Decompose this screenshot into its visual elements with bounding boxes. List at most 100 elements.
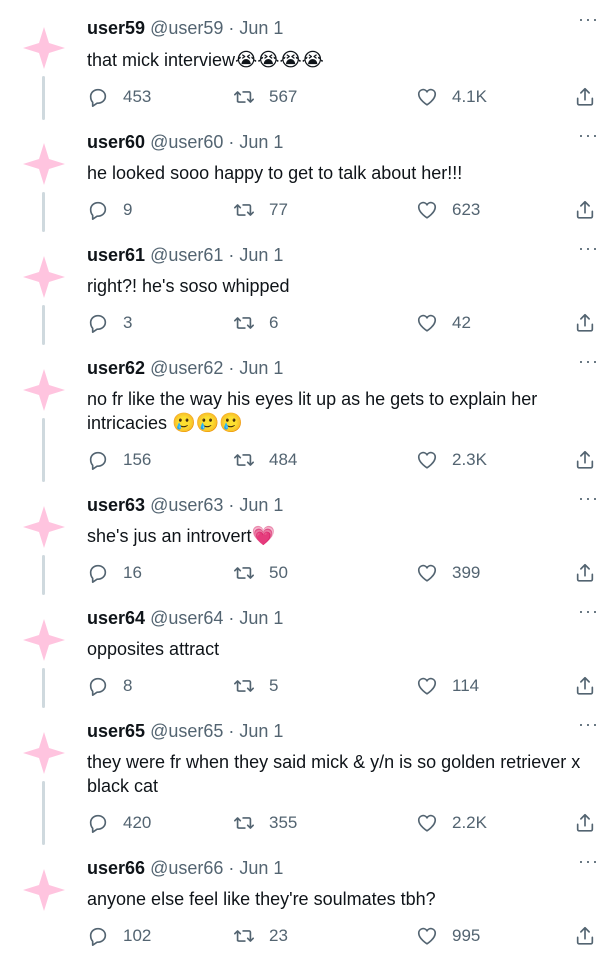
retweet-button[interactable]: 50 — [233, 560, 288, 586]
display-name[interactable]: user59 — [87, 18, 145, 38]
reply-count: 420 — [123, 813, 152, 832]
share-button[interactable] — [574, 923, 596, 949]
tweet-date[interactable]: Jun 1 — [239, 358, 283, 378]
action-bar: 16 50 399 — [87, 560, 607, 586]
share-button[interactable] — [574, 673, 596, 699]
share-icon — [576, 813, 594, 832]
like-button[interactable]: 2.3K — [416, 447, 487, 473]
retweet-button[interactable]: 6 — [233, 310, 278, 336]
tweet-date[interactable]: Jun 1 — [239, 608, 283, 628]
user-handle[interactable]: @user63 — [150, 495, 223, 515]
tweet-date[interactable]: Jun 1 — [239, 18, 283, 38]
like-count: 399 — [452, 563, 481, 582]
retweet-button[interactable]: 567 — [233, 84, 297, 110]
display-name[interactable]: user61 — [87, 245, 145, 265]
tweet[interactable]: user59 @user59 · Jun 1 ··· that mick int… — [0, 0, 616, 120]
reply-button[interactable]: 156 — [87, 447, 151, 473]
reply-button[interactable]: 16 — [87, 560, 142, 586]
user-handle[interactable]: @user60 — [150, 132, 223, 152]
share-button[interactable] — [574, 310, 596, 336]
retweet-button[interactable]: 484 — [233, 447, 297, 473]
more-options-icon[interactable]: ··· — [578, 239, 602, 257]
separator: · — [228, 132, 235, 152]
reply-button[interactable]: 420 — [87, 810, 151, 836]
reply-button[interactable]: 102 — [87, 923, 151, 949]
reply-icon — [89, 564, 107, 583]
share-button[interactable] — [574, 84, 596, 110]
user-handle[interactable]: @user65 — [150, 721, 223, 741]
more-options-icon[interactable]: ··· — [578, 126, 602, 144]
reply-button[interactable]: 453 — [87, 84, 151, 110]
user-handle[interactable]: @user66 — [150, 858, 223, 878]
tweet[interactable]: user60 @user60 · Jun 1 ··· he looked soo… — [0, 116, 616, 232]
avatar[interactable] — [22, 255, 66, 299]
thread-line — [42, 668, 45, 708]
user-handle[interactable]: @user64 — [150, 608, 223, 628]
reply-count: 16 — [123, 563, 142, 582]
tweet[interactable]: user66 @user66 · Jun 1 ··· anyone else f… — [0, 842, 616, 960]
more-options-icon[interactable]: ··· — [578, 602, 602, 620]
reply-button[interactable]: 8 — [87, 673, 132, 699]
tweet-date[interactable]: Jun 1 — [239, 858, 283, 878]
reply-button[interactable]: 3 — [87, 310, 132, 336]
user-handle[interactable]: @user61 — [150, 245, 223, 265]
share-icon — [576, 676, 594, 695]
display-name[interactable]: user65 — [87, 721, 145, 741]
reply-icon — [89, 814, 107, 833]
tweet[interactable]: user62 @user62 · Jun 1 ··· no fr like th… — [0, 342, 616, 482]
avatar[interactable] — [22, 868, 66, 912]
share-button[interactable] — [574, 810, 596, 836]
tweet-date[interactable]: Jun 1 — [239, 721, 283, 741]
more-options-icon[interactable]: ··· — [578, 852, 602, 870]
retweet-button[interactable]: 5 — [233, 673, 278, 699]
tweet[interactable]: user65 @user65 · Jun 1 ··· they were fr … — [0, 705, 616, 845]
more-options-icon[interactable]: ··· — [578, 715, 602, 733]
more-options-icon[interactable]: ··· — [578, 352, 602, 370]
display-name[interactable]: user62 — [87, 358, 145, 378]
user-handle[interactable]: @user59 — [150, 18, 223, 38]
avatar[interactable] — [22, 618, 66, 662]
display-name[interactable]: user64 — [87, 608, 145, 628]
share-button[interactable] — [574, 197, 596, 223]
tweet[interactable]: user64 @user64 · Jun 1 ··· opposites att… — [0, 592, 616, 708]
like-button[interactable]: 4.1K — [416, 84, 487, 110]
retweet-button[interactable]: 355 — [233, 810, 297, 836]
separator: · — [228, 358, 235, 378]
like-button[interactable]: 2.2K — [416, 810, 487, 836]
avatar[interactable] — [22, 368, 66, 412]
more-options-icon[interactable]: ··· — [578, 10, 602, 28]
display-name[interactable]: user63 — [87, 495, 145, 515]
more-options-icon[interactable]: ··· — [578, 489, 602, 507]
like-button[interactable]: 42 — [416, 310, 471, 336]
retweet-button[interactable]: 77 — [233, 197, 288, 223]
tweet-header: user59 @user59 · Jun 1 — [87, 17, 283, 39]
tweet-date[interactable]: Jun 1 — [239, 245, 283, 265]
like-button[interactable]: 995 — [416, 923, 480, 949]
like-button[interactable]: 623 — [416, 197, 480, 223]
tweet[interactable]: user61 @user61 · Jun 1 ··· right?! he's … — [0, 229, 616, 345]
action-bar: 3 6 42 — [87, 310, 607, 336]
tweet-text-content: that mick interview — [87, 50, 236, 70]
avatar[interactable] — [22, 142, 66, 186]
like-count: 114 — [452, 676, 480, 695]
star-avatar-icon — [23, 256, 65, 298]
avatar[interactable] — [22, 26, 66, 70]
like-button[interactable]: 399 — [416, 560, 480, 586]
share-button[interactable] — [574, 560, 596, 586]
share-button[interactable] — [574, 447, 596, 473]
reply-icon — [89, 677, 107, 696]
tweet-date[interactable]: Jun 1 — [239, 132, 283, 152]
retweet-button[interactable]: 23 — [233, 923, 288, 949]
like-icon — [417, 88, 437, 106]
tweet-header: user60 @user60 · Jun 1 — [87, 131, 283, 153]
reply-button[interactable]: 9 — [87, 197, 132, 223]
like-button[interactable]: 114 — [416, 673, 479, 699]
tweet-date[interactable]: Jun 1 — [239, 495, 283, 515]
tweet[interactable]: user63 @user63 · Jun 1 ··· she's jus an … — [0, 479, 616, 595]
avatar[interactable] — [22, 731, 66, 775]
user-handle[interactable]: @user62 — [150, 358, 223, 378]
avatar[interactable] — [22, 505, 66, 549]
display-name[interactable]: user60 — [87, 132, 145, 152]
star-avatar-icon — [23, 732, 65, 774]
display-name[interactable]: user66 — [87, 858, 145, 878]
